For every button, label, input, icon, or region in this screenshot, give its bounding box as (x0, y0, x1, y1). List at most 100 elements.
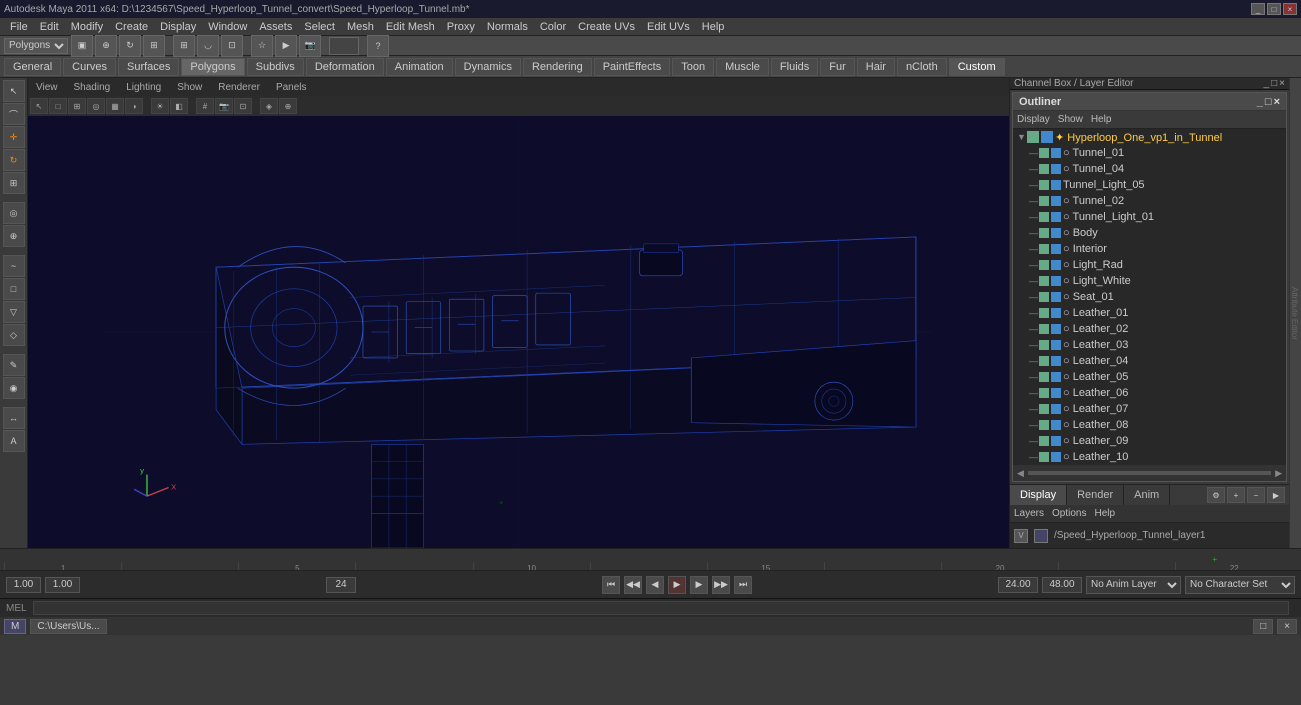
move-tool[interactable]: ⊕ (95, 35, 117, 57)
list-item[interactable]: — ○ Seat_01 (1013, 289, 1286, 305)
vp-menu-panels[interactable]: Panels (268, 78, 315, 96)
tab-fur[interactable]: Fur (820, 58, 855, 76)
render-icon[interactable] (1051, 340, 1061, 350)
vp-menu-view[interactable]: View (28, 78, 66, 96)
render-icon[interactable] (1051, 372, 1061, 382)
vp-menu-show[interactable]: Show (169, 78, 210, 96)
taskbar-maya-icon[interactable]: M (4, 619, 26, 634)
sculpt-icon[interactable]: ◉ (3, 377, 25, 399)
vp-wire-btn[interactable]: ⊞ (68, 98, 86, 114)
menu-select[interactable]: Select (298, 18, 341, 36)
visibility-icon[interactable] (1039, 388, 1049, 398)
mode-selector[interactable]: Polygons Surfaces Curves (4, 38, 68, 54)
channel-box-minimize[interactable]: _ (1264, 78, 1270, 89)
annotation-icon[interactable]: A (3, 430, 25, 452)
tab-rendering[interactable]: Rendering (523, 58, 592, 76)
tab-painteffects[interactable]: PaintEffects (594, 58, 671, 76)
list-item[interactable]: — ○ Tunnel_02 (1013, 193, 1286, 209)
vp-shading-btn[interactable]: □ (49, 98, 67, 114)
curve-icon[interactable]: ~ (3, 255, 25, 277)
menu-edit-uvs[interactable]: Edit UVs (641, 18, 696, 36)
max-frame-input[interactable] (1042, 577, 1082, 593)
menu-assets[interactable]: Assets (253, 18, 298, 36)
select-icon[interactable]: ↖ (3, 80, 25, 102)
visibility-icon[interactable] (1039, 228, 1049, 238)
tab-subdivs[interactable]: Subdivs (247, 58, 304, 76)
channel-box-close[interactable]: × (1279, 78, 1285, 89)
vp-snap-btn[interactable]: ⊕ (279, 98, 297, 114)
list-item[interactable]: — ○ Leather_04 (1013, 353, 1286, 369)
vp-menu-renderer[interactable]: Renderer (210, 78, 268, 96)
visibility-icon[interactable] (1039, 340, 1049, 350)
vp-menu-lighting[interactable]: Lighting (118, 78, 169, 96)
list-item[interactable]: — ○ Tunnel_01 (1013, 145, 1286, 161)
visibility-icon[interactable] (1027, 131, 1039, 143)
tab-muscle[interactable]: Muscle (716, 58, 769, 76)
list-item[interactable]: — ○ Leather_02 (1013, 321, 1286, 337)
rotate-tool[interactable]: ↻ (119, 35, 141, 57)
render-icon[interactable] (1051, 436, 1061, 446)
menu-normals[interactable]: Normals (481, 18, 534, 36)
layer-menu-help[interactable]: Help (1094, 508, 1115, 519)
render-icon[interactable] (1051, 452, 1061, 462)
character-set-select[interactable]: No Character Set (1185, 576, 1295, 594)
visibility-icon[interactable] (1039, 244, 1049, 254)
minimize-button[interactable]: _ (1251, 3, 1265, 15)
tab-deformation[interactable]: Deformation (306, 58, 384, 76)
lasso-icon[interactable]: ⌒ (3, 103, 25, 125)
list-item[interactable]: — ○ Leather_05 (1013, 369, 1286, 385)
render-settings[interactable]: ☆ (251, 35, 273, 57)
outliner-menu-display[interactable]: Display (1017, 114, 1050, 125)
layer-tab-anim[interactable]: Anim (1124, 485, 1170, 505)
step-back-button[interactable]: ◀◀ (624, 576, 642, 594)
menu-modify[interactable]: Modify (65, 18, 109, 36)
render-icon[interactable] (1051, 420, 1061, 430)
menu-create[interactable]: Create (109, 18, 154, 36)
render-icon[interactable] (1051, 196, 1061, 206)
tab-fluids[interactable]: Fluids (771, 58, 818, 76)
tab-hair[interactable]: Hair (857, 58, 895, 76)
render-icon[interactable] (1051, 356, 1061, 366)
tab-polygons[interactable]: Polygons (181, 58, 244, 76)
move-icon[interactable]: ✛ (3, 126, 25, 148)
render-icon[interactable] (1051, 180, 1061, 190)
layer-del-btn[interactable]: − (1247, 487, 1265, 503)
layer-tab-render[interactable]: Render (1067, 485, 1124, 505)
render-icon[interactable] (1051, 228, 1061, 238)
vp-material-btn[interactable]: ◑ (125, 98, 143, 114)
layer-freeze[interactable] (1034, 529, 1048, 543)
list-item[interactable]: — ○ Body (1013, 225, 1286, 241)
vp-texture-btn[interactable]: ▦ (106, 98, 124, 114)
outliner-scroll-left[interactable]: ◀ (1017, 468, 1024, 479)
maximize-button[interactable]: □ (1267, 3, 1281, 15)
list-item[interactable]: — ○ Leather_03 (1013, 337, 1286, 353)
outliner-menu-show[interactable]: Show (1058, 114, 1083, 125)
visibility-icon[interactable] (1039, 292, 1049, 302)
menu-edit[interactable]: Edit (34, 18, 65, 36)
layer-tab-display[interactable]: Display (1010, 485, 1067, 505)
menu-edit-mesh[interactable]: Edit Mesh (380, 18, 441, 36)
surface-icon[interactable]: □ (3, 278, 25, 300)
menu-mesh[interactable]: Mesh (341, 18, 380, 36)
visibility-icon[interactable] (1039, 436, 1049, 446)
render-icon[interactable] (1051, 212, 1061, 222)
vp-camera-btn[interactable]: 📷 (215, 98, 233, 114)
vp-xray-btn[interactable]: ◎ (87, 98, 105, 114)
render-icon[interactable] (1051, 260, 1061, 270)
vp-grid-btn[interactable]: # (196, 98, 214, 114)
select-tool[interactable]: ▣ (71, 35, 93, 57)
visibility-icon[interactable] (1039, 356, 1049, 366)
render-icon[interactable] (1051, 308, 1061, 318)
visibility-icon[interactable] (1039, 148, 1049, 158)
outliner-maximize[interactable]: □ (1265, 96, 1272, 108)
visibility-icon[interactable] (1039, 260, 1049, 270)
help-tool[interactable]: ? (367, 35, 389, 57)
render-icon[interactable] (1051, 164, 1061, 174)
outliner-item-root[interactable]: ▼ ✦ Hyperloop_One_vp1_in_Tunnel (1013, 129, 1286, 145)
outliner-close[interactable]: × (1274, 96, 1280, 108)
anim-layer-select[interactable]: No Anim Layer (1086, 576, 1181, 594)
tab-toon[interactable]: Toon (672, 58, 714, 76)
render-icon[interactable] (1051, 324, 1061, 334)
next-frame-button[interactable]: ▶▶ (712, 576, 730, 594)
start-frame-input[interactable] (6, 577, 41, 593)
